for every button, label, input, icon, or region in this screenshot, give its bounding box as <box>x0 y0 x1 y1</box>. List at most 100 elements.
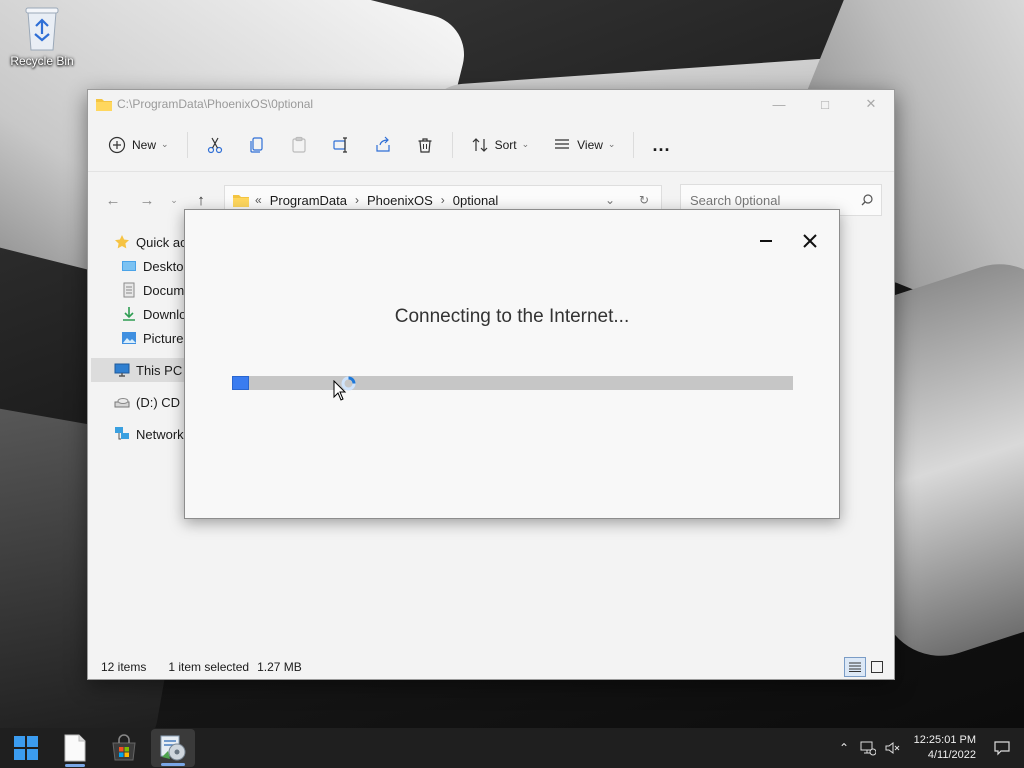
cut-button[interactable] <box>200 129 230 161</box>
sidebar-item-cd-drive[interactable]: (D:) CD Drive <box>88 390 188 414</box>
minimize-button[interactable]: — <box>756 90 802 118</box>
taskbar: ⌃ 12:25:01 PM 4/11/2022 <box>0 728 1024 768</box>
navigation-pane: Quick access Desktop Documents Downloads… <box>88 230 188 446</box>
sidebar-item-network[interactable]: Network <box>88 422 188 446</box>
store-icon <box>112 734 136 761</box>
command-bar: New ⌄ Sort ⌄ View ⌄ ... <box>88 118 894 172</box>
recent-locations-button[interactable]: ⌄ <box>166 185 182 215</box>
address-dropdown-button[interactable]: ⌄ <box>593 193 627 207</box>
paste-icon <box>291 136 306 153</box>
recycle-bin-shortcut[interactable]: Recycle Bin <box>6 4 78 68</box>
close-button[interactable]: ✕ <box>848 90 894 118</box>
maximize-button[interactable]: □ <box>802 90 848 118</box>
new-button[interactable]: New ⌄ <box>102 129 175 161</box>
details-view-button[interactable] <box>844 657 866 677</box>
breadcrumb-programdata[interactable]: ProgramData <box>270 193 347 208</box>
sidebar-item-label: Documents <box>143 282 188 298</box>
sidebar-item-label: Pictures <box>143 330 188 346</box>
notification-icon <box>994 741 1010 756</box>
sidebar-item-quick-access[interactable]: Quick access <box>88 230 188 254</box>
recycle-bin-icon <box>22 4 62 52</box>
tiles-view-button[interactable] <box>866 657 888 677</box>
sidebar-item-label: This PC <box>136 362 183 378</box>
selection-size: 1.27 MB <box>257 660 302 674</box>
sidebar-item-label: Quick access <box>136 234 188 250</box>
more-icon: ... <box>652 134 671 155</box>
notifications-button[interactable] <box>990 740 1014 756</box>
dialog-minimize-button[interactable] <box>753 228 779 254</box>
sort-label: Sort <box>494 137 517 152</box>
sidebar-item-label: Desktop <box>143 258 188 274</box>
clock[interactable]: 12:25:01 PM 4/11/2022 <box>912 733 976 763</box>
network-tray-icon[interactable] <box>856 740 880 756</box>
tiles-view-icon <box>871 661 883 673</box>
rename-button[interactable] <box>326 129 356 161</box>
download-icon <box>123 307 135 321</box>
folder-icon <box>96 98 112 111</box>
sidebar-item-this-pc[interactable]: This PC <box>91 358 188 382</box>
dialog-close-button[interactable] <box>797 228 823 254</box>
start-button[interactable] <box>4 728 48 768</box>
sidebar-item-documents[interactable]: Documents <box>88 278 188 302</box>
folder-icon <box>233 194 249 207</box>
documents-icon <box>123 282 135 298</box>
forward-button[interactable]: → <box>132 185 162 215</box>
clock-time: 12:25:01 PM <box>913 734 976 746</box>
sidebar-item-label: (D:) CD Drive <box>136 394 188 410</box>
taskbar-installer[interactable] <box>151 729 195 767</box>
copy-button[interactable] <box>242 129 272 161</box>
clock-date: 4/11/2022 <box>927 749 976 761</box>
details-view-icon <box>849 662 861 672</box>
delete-button[interactable] <box>410 129 440 161</box>
view-list-icon <box>555 138 570 149</box>
sidebar-item-label: Network <box>136 426 184 442</box>
share-button[interactable] <box>368 129 398 161</box>
status-bar: 12 items 1 item selected 1.27 MB <box>88 655 894 679</box>
connecting-dialog: Connecting to the Internet... <box>184 209 840 519</box>
star-icon <box>115 235 129 249</box>
breadcrumb-overflow[interactable]: « <box>255 193 262 207</box>
back-button[interactable]: ← <box>98 185 128 215</box>
separator <box>451 131 453 158</box>
share-icon <box>375 136 390 152</box>
network-icon <box>115 427 129 440</box>
refresh-button[interactable]: ↻ <box>627 193 661 207</box>
volume-tray-icon[interactable] <box>880 740 904 756</box>
dialog-message: Connecting to the Internet... <box>394 306 630 327</box>
rename-icon <box>332 136 347 153</box>
title-bar[interactable]: C:\ProgramData\PhoenixOS\0ptional — □ ✕ <box>88 90 894 118</box>
paste-button[interactable] <box>284 129 314 161</box>
taskbar-notepad[interactable] <box>53 728 97 768</box>
scissors-icon <box>207 137 222 153</box>
close-icon <box>803 234 817 248</box>
taskbar-store[interactable] <box>102 728 146 768</box>
copy-icon <box>249 136 263 153</box>
cd-drive-icon <box>114 398 130 408</box>
chevron-down-icon: ⌄ <box>161 139 169 149</box>
search-placeholder: Search 0ptional <box>690 192 781 208</box>
desktop-icon <box>122 261 136 271</box>
computer-icon <box>114 363 130 377</box>
notepad-icon <box>64 734 86 762</box>
minimize-icon <box>760 240 772 242</box>
more-options-button[interactable]: ... <box>646 129 676 161</box>
sidebar-item-downloads[interactable]: Downloads <box>88 302 188 326</box>
breadcrumb-separator: › <box>355 193 359 207</box>
progress-bar <box>232 376 793 390</box>
breadcrumb-phoenixos[interactable]: PhoenixOS <box>367 193 433 208</box>
view-button[interactable]: View ⌄ <box>547 129 621 161</box>
sort-button[interactable]: Sort ⌄ <box>465 129 536 161</box>
mouse-pointer-icon <box>333 380 347 401</box>
sidebar-item-desktop[interactable]: Desktop <box>88 254 188 278</box>
chevron-down-icon: ⌄ <box>521 139 530 149</box>
selection-status: 1 item selected <box>168 660 250 674</box>
breadcrumb-optional[interactable]: 0ptional <box>453 193 499 208</box>
breadcrumb-separator: › <box>440 193 445 207</box>
volume-muted-icon <box>885 742 900 754</box>
separator <box>186 131 188 158</box>
show-hidden-icons-button[interactable]: ⌃ <box>832 741 856 755</box>
new-label: New <box>132 137 157 152</box>
sidebar-item-pictures[interactable]: Pictures <box>88 326 188 350</box>
system-tray: ⌃ 12:25:01 PM 4/11/2022 <box>832 733 1024 763</box>
separator <box>633 131 635 158</box>
